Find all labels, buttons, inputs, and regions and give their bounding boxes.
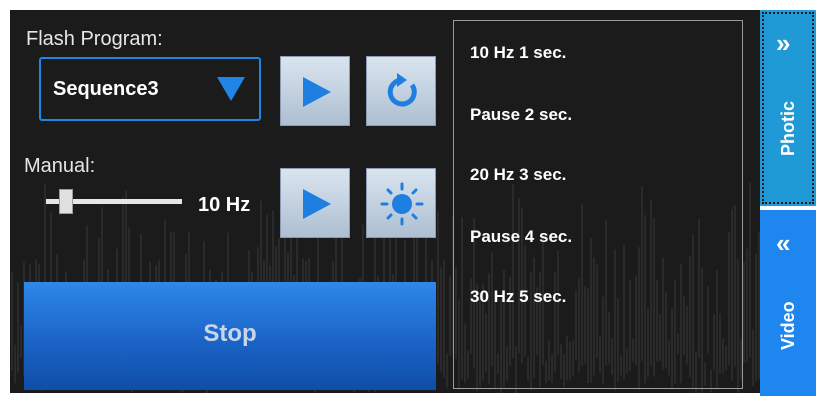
frequency-slider-thumb[interactable] — [59, 189, 74, 214]
program-step: Pause 4 sec. — [470, 227, 573, 246]
program-step: Pause 2 sec. — [470, 105, 573, 124]
program-step: 30 Hz 5 sec. — [470, 287, 567, 306]
program-step: 20 Hz 3 sec. — [470, 165, 567, 184]
play-icon — [303, 189, 331, 219]
program-step: 10 Hz 1 sec. — [470, 43, 567, 62]
program-step-list: 10 Hz 1 sec. Pause 2 sec. 20 Hz 3 sec. P… — [453, 20, 743, 389]
photic-control-panel: Flash Program: Sequence3 Manual: 10 Hz S… — [10, 10, 760, 393]
play-icon — [303, 77, 331, 107]
caret-down-icon — [217, 77, 245, 101]
tab-photic[interactable]: » Photic — [760, 10, 816, 206]
refresh-icon — [387, 73, 417, 107]
tab-photic-label: Photic — [778, 100, 798, 156]
tab-video[interactable]: « Video — [760, 210, 816, 396]
collapse-chevron-icon: « — [776, 228, 791, 258]
sun-icon — [380, 182, 424, 226]
flash-light-button[interactable] — [366, 168, 436, 238]
play-sequence-button[interactable] — [280, 56, 350, 126]
manual-label: Manual: — [24, 155, 96, 177]
tab-video-label: Video — [778, 301, 798, 350]
frequency-value: 10 Hz — [198, 194, 251, 216]
expand-chevron-icon: » — [776, 28, 791, 58]
stop-button[interactable]: Stop — [24, 282, 436, 390]
flash-program-label: Flash Program: — [26, 28, 163, 50]
play-manual-button[interactable] — [280, 168, 350, 238]
stop-button-label: Stop — [203, 320, 257, 347]
sequence-dropdown[interactable]: Sequence3 — [39, 57, 261, 121]
sequence-dropdown-value: Sequence3 — [53, 78, 159, 100]
reset-sequence-button[interactable] — [366, 56, 436, 126]
